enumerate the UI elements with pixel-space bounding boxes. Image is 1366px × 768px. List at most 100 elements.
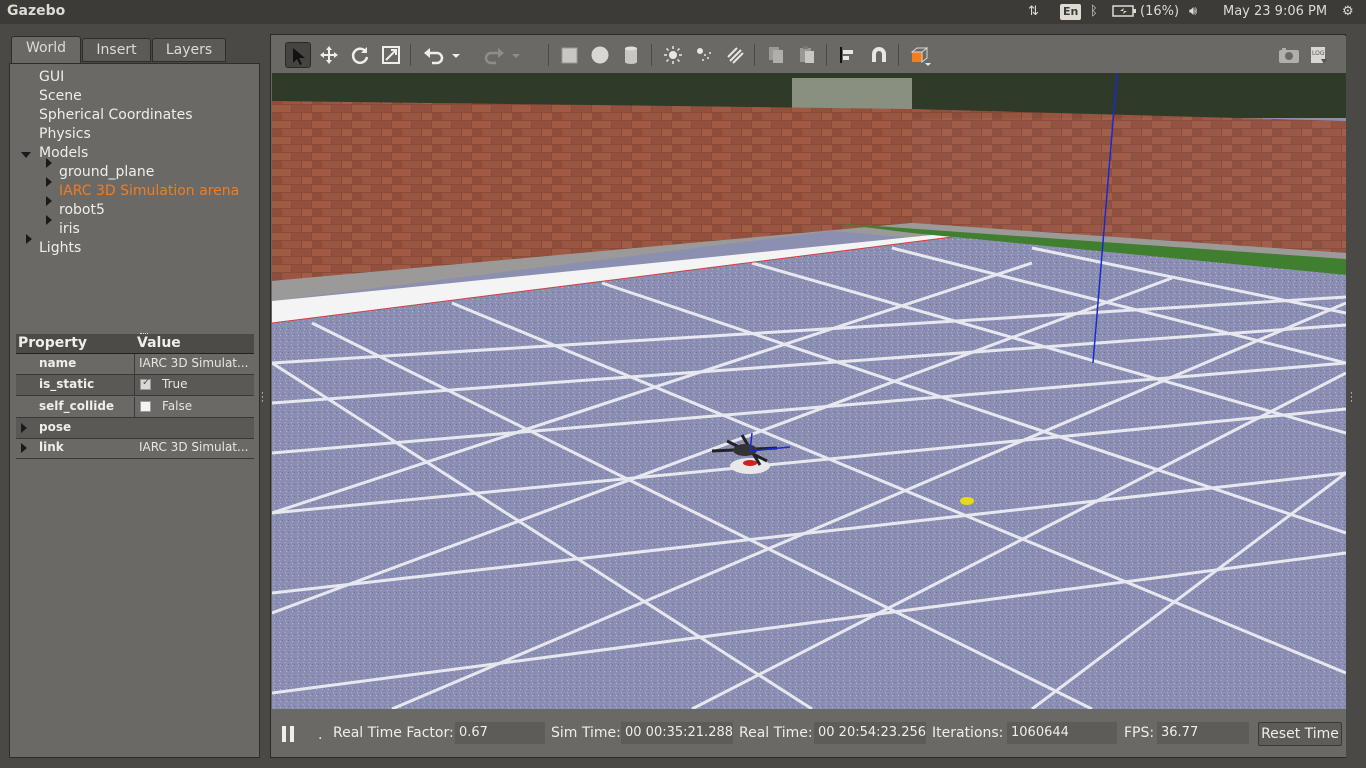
self-collide-checkbox[interactable] xyxy=(140,401,151,412)
session-gear-icon[interactable]: ⚙ xyxy=(1342,4,1354,20)
undo-button[interactable] xyxy=(420,42,446,68)
view-cube-icon xyxy=(910,46,931,66)
camera-icon xyxy=(1279,48,1299,63)
value-column-header[interactable]: Value xyxy=(137,334,181,353)
battery-percent: (16%) xyxy=(1140,4,1180,19)
property-value: IARC 3D Simulat... xyxy=(139,356,249,370)
collapse-arrow-icon[interactable] xyxy=(46,177,52,187)
log-button[interactable]: LOG xyxy=(1306,42,1332,68)
bluetooth-icon[interactable]: ᛒ xyxy=(1090,4,1098,20)
column-divider xyxy=(134,397,135,417)
point-light-button[interactable] xyxy=(660,42,686,68)
network-arrows-icon[interactable]: ⇅ xyxy=(1028,4,1039,20)
select-mode-button[interactable] xyxy=(285,42,311,68)
arrow-pointer-icon xyxy=(293,48,305,65)
cylinder-icon xyxy=(625,46,637,64)
collapse-arrow-icon[interactable] xyxy=(46,196,52,206)
undo-icon xyxy=(424,48,444,65)
collapse-arrow-icon[interactable] xyxy=(46,158,52,168)
box-shape-button[interactable] xyxy=(556,42,582,68)
chevron-down-icon xyxy=(452,54,460,58)
expand-arrow-icon[interactable] xyxy=(21,423,27,433)
pause-button[interactable] xyxy=(282,726,296,742)
property-value: False xyxy=(162,399,193,413)
rotate-mode-button[interactable] xyxy=(347,42,373,68)
tree-item-lights[interactable]: Lights xyxy=(39,239,81,258)
left-dock-grip[interactable]: · · · xyxy=(261,390,264,407)
spotlight-icon xyxy=(697,48,711,61)
spot-light-button[interactable] xyxy=(691,42,717,68)
property-key: name xyxy=(39,356,77,370)
tree-item-model[interactable]: ground_plane xyxy=(59,163,154,182)
system-top-bar: Gazebo ⇅ En ᛒ (16%) 🔊︎ May 23 9:06 PM ⚙ xyxy=(0,0,1366,24)
collapse-arrow-icon[interactable] xyxy=(46,215,52,225)
cylinder-shape-button[interactable] xyxy=(618,42,644,68)
expand-arrow-icon[interactable] xyxy=(21,152,31,158)
property-row-link[interactable]: link IARC 3D Simulat... xyxy=(16,438,254,459)
tab-world[interactable]: World xyxy=(11,36,81,64)
undo-history-dropdown[interactable] xyxy=(448,42,462,68)
real-time-value: 00 20:54:23.256 xyxy=(814,722,926,744)
yellow-marker xyxy=(960,497,974,505)
sim-time-value: 00 00:35:21.288 xyxy=(621,722,733,744)
toolbar-separator xyxy=(826,44,827,66)
keyboard-layout-indicator[interactable]: En xyxy=(1060,4,1082,20)
align-button[interactable] xyxy=(835,42,861,68)
left-tabs: World Insert Layers xyxy=(9,36,260,64)
property-value: IARC 3D Simulat... xyxy=(139,440,249,454)
expand-arrow-icon[interactable] xyxy=(21,443,27,453)
step-dot: . xyxy=(318,727,323,743)
tree-item-gui[interactable]: GUI xyxy=(39,68,64,87)
property-key: link xyxy=(39,440,64,454)
tree-item-model[interactable]: iris xyxy=(59,220,80,239)
log-icon: LOG xyxy=(1311,47,1327,64)
svg-text:LOG: LOG xyxy=(1312,50,1325,57)
scale-icon xyxy=(382,46,400,64)
directional-light-icon xyxy=(727,47,744,64)
sim-time-label: Sim Time: xyxy=(551,725,621,741)
battery-icon[interactable] xyxy=(1112,4,1138,23)
collapse-arrow-icon[interactable] xyxy=(26,234,32,244)
gazebo-window: World Insert Layers GUI Scene Spherical … xyxy=(0,24,1366,768)
property-row-self-collide[interactable]: self_collide False xyxy=(16,397,254,418)
translate-mode-button[interactable] xyxy=(316,42,342,68)
reset-time-button[interactable]: Reset Time xyxy=(1258,722,1342,746)
left-panel: World Insert Layers GUI Scene Spherical … xyxy=(9,36,260,758)
property-row-name[interactable]: name IARC 3D Simulat... xyxy=(16,354,254,375)
toolbar-separator xyxy=(898,44,899,66)
scene-render[interactable] xyxy=(272,73,1346,709)
pause-icon xyxy=(290,726,294,742)
3d-viewport[interactable] xyxy=(272,73,1346,709)
property-row-pose[interactable]: pose xyxy=(16,418,254,439)
property-key: is_static xyxy=(39,377,95,391)
scale-mode-button[interactable] xyxy=(378,42,404,68)
property-key: self_collide xyxy=(39,399,115,413)
tree-item-scene[interactable]: Scene xyxy=(39,87,82,106)
sphere-icon xyxy=(591,46,609,64)
tab-insert[interactable]: Insert xyxy=(82,38,151,62)
tree-item-model[interactable]: robot5 xyxy=(59,201,105,220)
toolbar-separator xyxy=(410,44,411,66)
screenshot-button[interactable] xyxy=(1275,42,1301,68)
toolbar-separator xyxy=(651,44,652,66)
is-static-checkbox[interactable] xyxy=(140,377,151,390)
rtf-label: Real Time Factor: xyxy=(333,725,454,741)
tree-item-spherical-coordinates[interactable]: Spherical Coordinates xyxy=(39,106,193,125)
redo-history-dropdown[interactable] xyxy=(508,42,522,68)
tab-layers[interactable]: Layers xyxy=(152,38,226,62)
tree-item-model-selected[interactable]: IARC 3D Simulation arena xyxy=(59,182,239,201)
paste-button[interactable] xyxy=(794,42,820,68)
property-row-is-static[interactable]: is_static True xyxy=(16,375,254,396)
tree-item-physics[interactable]: Physics xyxy=(39,125,91,144)
redo-button[interactable] xyxy=(480,42,506,68)
pause-icon xyxy=(282,726,286,742)
snap-button[interactable] xyxy=(866,42,892,68)
clock[interactable]: May 23 9:06 PM xyxy=(1223,4,1327,20)
volume-icon[interactable]: 🔊︎ xyxy=(1189,4,1197,20)
directional-light-button[interactable] xyxy=(722,42,748,68)
sphere-shape-button[interactable] xyxy=(587,42,613,68)
property-column-header[interactable]: Property xyxy=(18,334,87,353)
copy-button[interactable] xyxy=(763,42,789,68)
right-dock-grip[interactable]: · · · xyxy=(1350,390,1353,407)
view-angle-button[interactable] xyxy=(906,42,932,68)
